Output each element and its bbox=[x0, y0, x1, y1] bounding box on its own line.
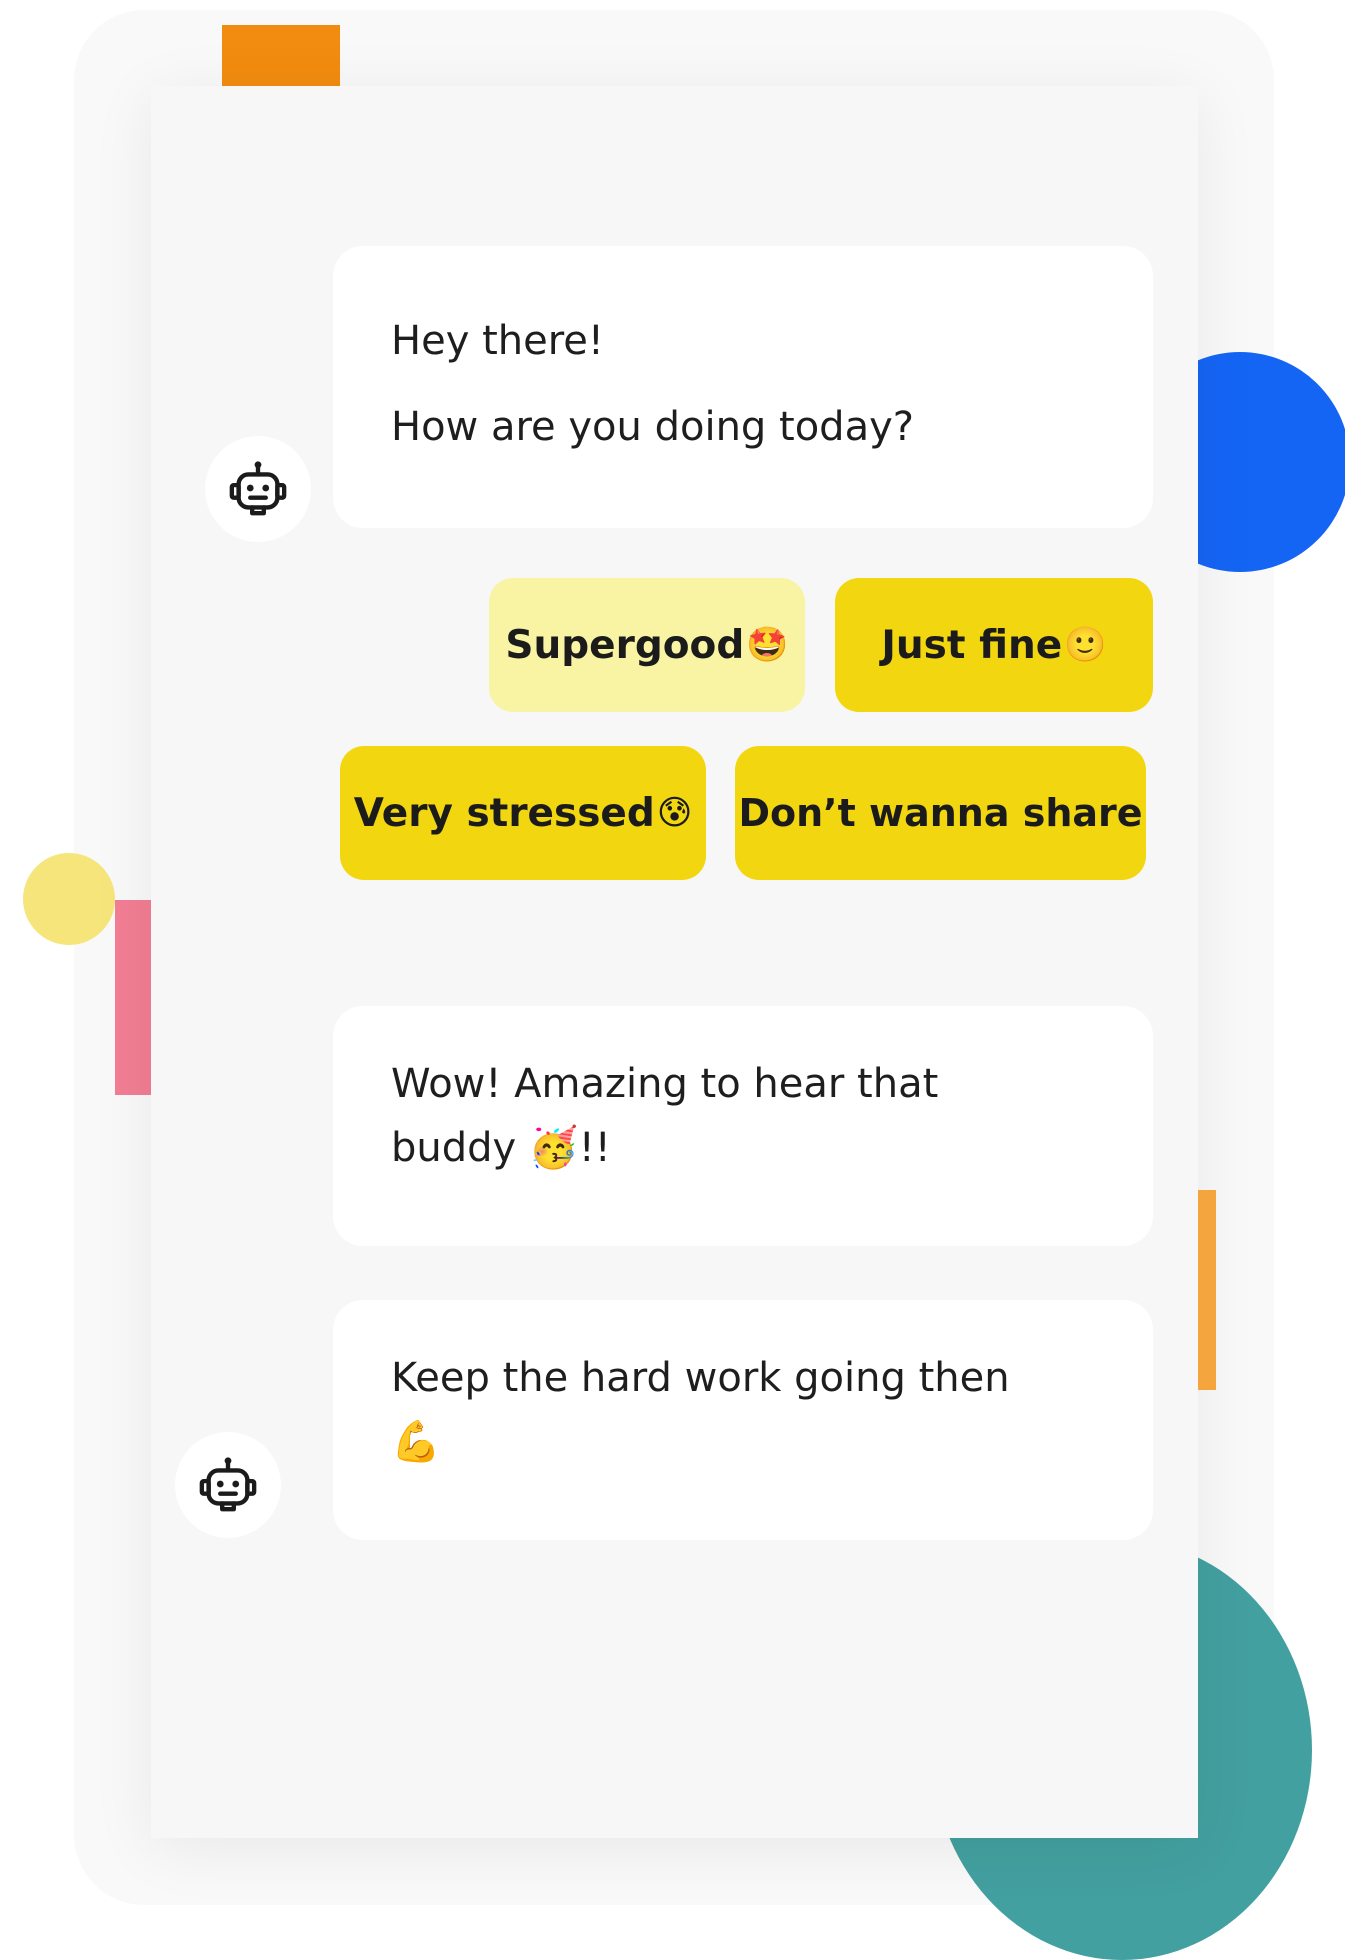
pink-bar-decoration bbox=[115, 900, 151, 1095]
flexed-biceps-emoji: 💪 bbox=[391, 1419, 441, 1465]
message-line: Keep the hard work going then bbox=[391, 1355, 1010, 1401]
bot-message-greeting: Hey there! How are you doing today? bbox=[333, 246, 1153, 528]
quick-reply-supergood[interactable]: Supergood 🤩 bbox=[489, 578, 805, 712]
orange-bar-decoration bbox=[1198, 1190, 1216, 1390]
message-line: buddy 🥳!! bbox=[391, 1125, 611, 1171]
bot-message-reaction: Wow! Amazing to hear that buddy 🥳!! bbox=[333, 1006, 1153, 1246]
bot-avatar bbox=[205, 436, 311, 542]
robot-icon bbox=[199, 1457, 257, 1512]
quick-reply-just-fine[interactable]: Just fine 🙂 bbox=[835, 578, 1153, 712]
message-line: How are you doing today? bbox=[391, 404, 914, 450]
robot-icon bbox=[229, 461, 287, 516]
message-line: Hey there! bbox=[391, 318, 604, 364]
quick-reply-dont-wanna-share[interactable]: Don’t wanna share bbox=[735, 746, 1146, 880]
anxious-sweat-emoji: 😰 bbox=[656, 793, 693, 833]
yellow-circle-decoration bbox=[23, 853, 115, 945]
bot-avatar bbox=[175, 1432, 281, 1538]
quick-reply-very-stressed[interactable]: Very stressed 😰 bbox=[340, 746, 706, 880]
quick-reply-label: Just fine bbox=[881, 622, 1063, 668]
quick-reply-label: Don’t wanna share bbox=[738, 791, 1143, 835]
star-struck-emoji: 🤩 bbox=[746, 625, 789, 665]
chat-panel: Hey there! How are you doing today? Supe… bbox=[151, 86, 1198, 1838]
quick-reply-label: Very stressed bbox=[353, 790, 655, 836]
message-line: Wow! Amazing to hear that bbox=[391, 1061, 939, 1107]
bot-message-encouragement: Keep the hard work going then 💪 bbox=[333, 1300, 1153, 1540]
quick-reply-label: Supergood bbox=[505, 622, 745, 668]
smiling-face-emoji: 🙂 bbox=[1064, 625, 1107, 665]
